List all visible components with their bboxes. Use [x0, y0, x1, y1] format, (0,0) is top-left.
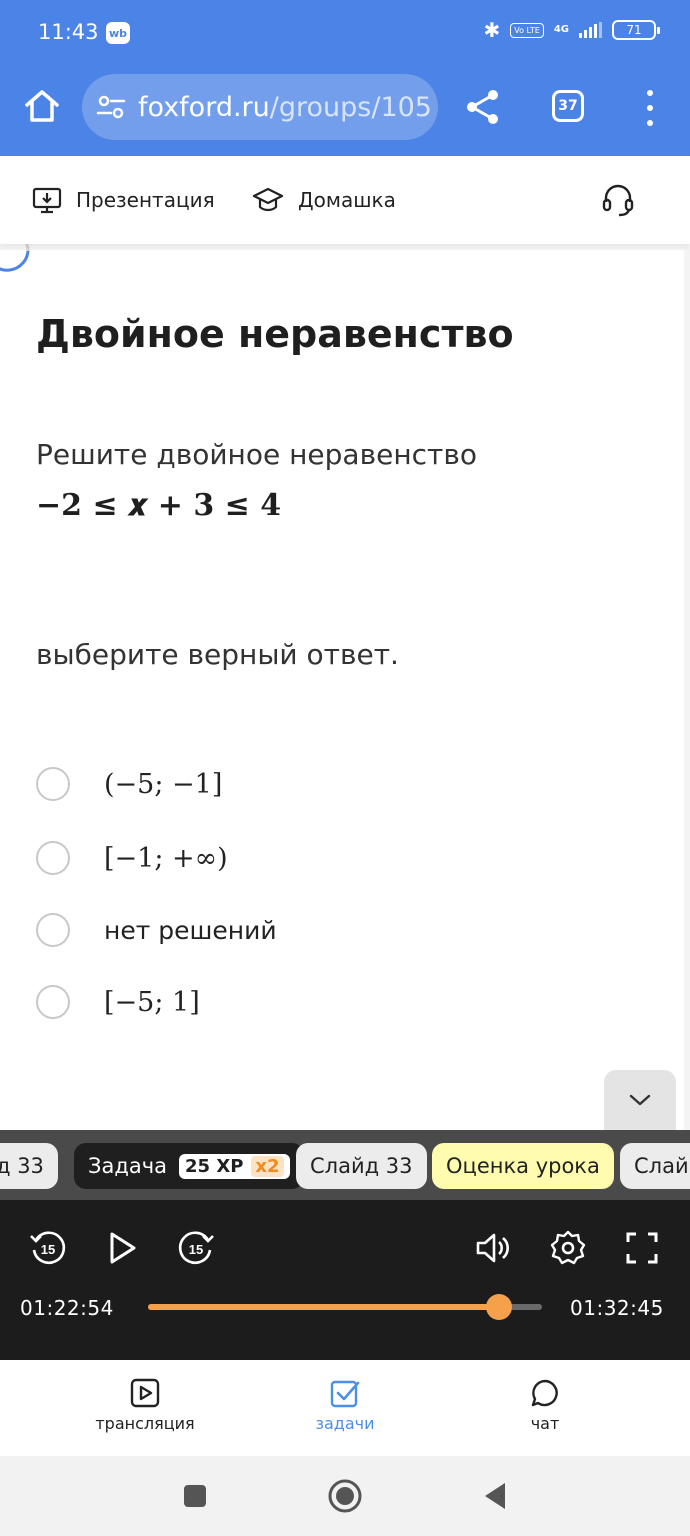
homework-label: Домашка [298, 188, 396, 212]
timeline-chip-rating[interactable]: Оценка урока [432, 1143, 614, 1189]
tabs-count-button[interactable]: 37 [552, 90, 584, 122]
task-title: Двойное неравенство [36, 312, 514, 356]
download-presentation-icon [32, 187, 62, 214]
answer-option-label: (−5; −1] [104, 768, 223, 800]
nav-chat-label: чат [530, 1414, 560, 1433]
scroll-down-button[interactable] [604, 1070, 676, 1130]
settings-gear-icon[interactable] [548, 1228, 588, 1268]
url-path: /groups/105 [269, 91, 432, 123]
radio-button[interactable] [36, 985, 70, 1019]
radio-button[interactable] [36, 767, 70, 801]
xp-multiplier: x2 [251, 1155, 284, 1177]
timeline-chip-previous-slide[interactable]: д 33 [0, 1143, 58, 1189]
task-statement: Решите двойное неравенство [36, 438, 477, 471]
answer-option-label: [−1; +∞) [104, 842, 228, 874]
video-player-controls: 15 15 01:22:54 01:32:45 [0, 1200, 690, 1360]
status-indicators: ✱ Vo LTE 4G 71 [483, 18, 660, 42]
play-icon[interactable] [102, 1228, 142, 1268]
graduation-cap-icon [252, 187, 284, 212]
volume-icon[interactable] [472, 1228, 512, 1268]
current-time: 01:22:54 [20, 1296, 114, 1320]
site-settings-icon[interactable] [96, 94, 126, 120]
xp-value: 25 XP [185, 1155, 244, 1177]
timeline-chip-slide[interactable]: Слайд 33 [296, 1143, 427, 1189]
nav-tasks[interactable]: задачи [265, 1378, 425, 1433]
presentation-button[interactable]: Презентация [32, 180, 215, 220]
recent-apps-icon[interactable] [175, 1476, 215, 1516]
url-text: foxford.ru/groups/105 [138, 92, 432, 123]
xp-badge: 25 XP x2 [179, 1153, 290, 1179]
bluetooth-icon: ✱ [483, 18, 501, 42]
lesson-header: Презентация Домашка [0, 156, 690, 244]
task-chip-label: Задача [88, 1154, 167, 1178]
progress-fill [148, 1304, 499, 1310]
browser-toolbar: foxford.ru/groups/105 37 [0, 72, 690, 144]
total-time: 01:32:45 [570, 1296, 664, 1320]
answer-option-label: [−5; 1] [104, 986, 200, 1018]
bottom-navigation: трансляция задачи чат [0, 1360, 690, 1456]
chevron-down-icon [629, 1094, 651, 1106]
fullscreen-icon[interactable] [622, 1228, 662, 1268]
radio-button[interactable] [36, 913, 70, 947]
signal-icon [579, 22, 602, 38]
volte-icon: Vo LTE [510, 22, 544, 38]
answer-option[interactable]: нет решений [36, 910, 596, 950]
radio-button[interactable] [36, 841, 70, 875]
forward-seconds: 15 [189, 1242, 203, 1257]
lesson-timeline[interactable]: д 33 Задача 25 XP x2 Слайд 33 Оценка уро… [0, 1130, 690, 1200]
nav-tasks-label: задачи [315, 1414, 375, 1433]
task-content-area[interactable]: Двойное неравенство Решите двойное нерав… [0, 239, 690, 1130]
network-type: 4G [553, 24, 569, 35]
browser-chrome: 11:43 wb ✱ Vo LTE 4G 71 foxford.ru/group… [0, 0, 690, 156]
playback-progress-bar[interactable] [148, 1294, 542, 1320]
nav-chat[interactable]: чат [465, 1378, 625, 1433]
timeline-chip-task[interactable]: Задача 25 XP x2 [74, 1143, 304, 1189]
headset-support-icon[interactable] [600, 182, 636, 218]
progress-thumb[interactable] [485, 1294, 512, 1320]
task-card: Двойное неравенство Решите двойное нерав… [0, 239, 684, 1130]
status-time: 11:43 [38, 20, 99, 44]
answer-option[interactable]: (−5; −1] [36, 764, 596, 804]
timeline-chip-next-slide[interactable]: Слай [620, 1143, 690, 1189]
forward-15-icon[interactable]: 15 [176, 1228, 216, 1268]
presentation-label: Презентация [76, 188, 215, 212]
rewind-15-icon[interactable]: 15 [28, 1228, 68, 1268]
task-prompt: выберите верный ответ. [36, 638, 399, 671]
answer-option[interactable]: [−5; 1] [36, 982, 596, 1022]
address-bar[interactable]: foxford.ru/groups/105 [82, 74, 438, 140]
answer-option-label: нет решений [104, 915, 277, 945]
system-navigation-bar [0, 1456, 690, 1536]
more-menu-icon[interactable] [640, 90, 660, 126]
chat-bubble-icon [531, 1379, 558, 1407]
rewind-seconds: 15 [41, 1242, 55, 1257]
answer-option[interactable]: [−1; +∞) [36, 838, 596, 878]
homework-button[interactable]: Домашка [252, 180, 396, 220]
home-system-icon[interactable] [325, 1476, 365, 1516]
status-bar: 11:43 wb ✱ Vo LTE 4G 71 [0, 0, 690, 66]
nav-broadcast-label: трансляция [95, 1414, 195, 1433]
tasks-checkbox-icon [330, 1380, 360, 1408]
battery-icon: 71 [612, 20, 660, 40]
broadcast-play-icon [130, 1378, 160, 1408]
home-icon[interactable] [22, 86, 62, 126]
share-icon[interactable] [464, 88, 502, 126]
url-domain: foxford.ru [138, 91, 270, 123]
wb-notification-icon: wb [106, 22, 130, 44]
task-formula: −2 ≤ 𝒙 + 3 ≤ 4 [36, 488, 282, 523]
back-system-icon[interactable] [475, 1476, 515, 1516]
nav-broadcast[interactable]: трансляция [65, 1378, 225, 1433]
